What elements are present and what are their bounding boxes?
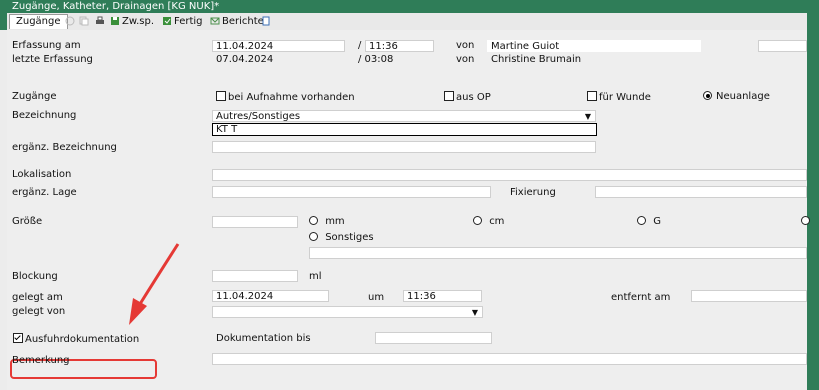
checkbox-ausfuhr-label: Ausfuhrdokumentation	[25, 334, 140, 345]
berichte-button[interactable]: Berichte	[210, 15, 264, 28]
entfernt-am-label: entfernt am	[611, 292, 671, 303]
erg-bezeichnung-label: ergänz. Bezeichnung	[12, 142, 117, 153]
bezeichnung-text-input[interactable]: KT T	[212, 123, 597, 136]
radio-extra-dot	[801, 216, 810, 225]
copy-icon[interactable]	[79, 15, 91, 28]
reports-icon	[210, 17, 220, 25]
letzte-user: Christine Brumain	[491, 54, 582, 65]
extra-field[interactable]	[758, 40, 807, 52]
letzte-von-label: von	[456, 54, 475, 65]
save-icon	[111, 17, 119, 25]
radio-mm-label: mm	[325, 216, 345, 227]
doku-bis-label: Dokumentation bis	[216, 333, 311, 344]
radio-sonstiges-label: Sonstiges	[325, 232, 374, 243]
tab-zugaenge[interactable]: Zugänge	[9, 14, 68, 29]
bezeichnung-label: Bezeichnung	[12, 110, 77, 121]
checkbox-aufnahme-box	[216, 91, 226, 101]
fertig-label: Fertig	[174, 16, 203, 27]
erg-lage-input[interactable]	[212, 186, 491, 198]
radio-sonstiges[interactable]: Sonstiges	[309, 232, 374, 243]
bemerkung-label: Bemerkung	[12, 355, 70, 366]
gelegt-am-label: gelegt am	[12, 292, 63, 303]
checkbox-wunde[interactable]: für Wunde	[587, 91, 651, 103]
groesse-label: Größe	[12, 216, 43, 227]
chevron-down-icon: ▼	[584, 112, 591, 121]
radio-g[interactable]: G	[637, 216, 661, 227]
radio-mm[interactable]: mm	[309, 216, 345, 227]
radio-sonstiges-dot	[309, 232, 318, 241]
bemerkung-input[interactable]	[212, 353, 807, 365]
lokalisation-input[interactable]	[212, 169, 807, 181]
radio-neuanlage-label: Neuanlage	[716, 91, 770, 102]
checkbox-ausfuhr-box	[13, 333, 23, 343]
erfassung-am-label: Erfassung am	[12, 40, 81, 51]
radio-g-label: G	[653, 216, 661, 227]
bezeichnung-select-value: Autres/Sonstiges	[216, 111, 301, 122]
window-title: Zugänge, Katheter, Drainagen [KG NUK]*	[0, 0, 819, 13]
right-accent-bar	[807, 0, 819, 390]
erfassung-user-field[interactable]: Martine Guiot	[487, 40, 701, 52]
sonstiges-input[interactable]	[309, 247, 807, 259]
groesse-input[interactable]	[212, 216, 298, 228]
lokalisation-label: Lokalisation	[12, 169, 72, 180]
checkbox-op-label: aus OP	[456, 92, 491, 103]
doku-bis-input[interactable]	[375, 332, 492, 344]
finish-icon	[163, 17, 171, 25]
letzte-date: 07.04.2024	[216, 54, 274, 65]
radio-cm-label: cm	[489, 216, 505, 227]
print-icon[interactable]	[95, 15, 107, 28]
checkbox-ausfuhr[interactable]: Ausfuhrdokumentation	[13, 333, 139, 345]
entfernt-am-input[interactable]	[691, 290, 807, 302]
document-icon[interactable]	[261, 15, 273, 28]
zugaenge-label: Zugänge	[12, 91, 57, 102]
erfassung-date-input[interactable]: 11.04.2024	[212, 40, 345, 52]
radio-extra[interactable]	[801, 216, 814, 227]
fixierung-label: Fixierung	[510, 187, 556, 198]
gelegt-von-label: gelegt von	[12, 306, 66, 317]
radio-neuanlage-dot	[703, 91, 712, 100]
letzte-time: / 03:08	[358, 54, 394, 65]
checkbox-aufnahme[interactable]: bei Aufnahme vorhanden	[216, 91, 355, 103]
time-separator: /	[358, 40, 362, 51]
toolbar: Zugänge Zw.sp. Fertig Berichte	[7, 13, 807, 31]
checkbox-aufnahme-label: bei Aufnahme vorhanden	[228, 92, 355, 103]
letzte-erfassung-label: letzte Erfassung	[12, 54, 93, 65]
fertig-button[interactable]: Fertig	[162, 15, 203, 28]
blockung-input[interactable]	[212, 270, 298, 282]
fixierung-input[interactable]	[595, 186, 807, 198]
gelegt-am-input[interactable]: 11.04.2024	[212, 290, 329, 302]
chevron-down-icon: ▼	[471, 308, 478, 317]
gelegt-time-input[interactable]: 11:36	[403, 290, 482, 302]
bezeichnung-select[interactable]: Autres/Sonstiges ▼	[212, 110, 596, 122]
checkbox-op-box	[444, 91, 454, 101]
zwsp-button[interactable]: Zw.sp.	[110, 15, 154, 28]
left-accent-strip	[0, 0, 7, 30]
checkbox-wunde-label: für Wunde	[599, 92, 651, 103]
von-label: von	[456, 40, 475, 51]
erfassung-time-input[interactable]: 11:36	[365, 40, 434, 52]
radio-neuanlage[interactable]: Neuanlage	[703, 91, 770, 102]
erg-bezeichnung-input[interactable]	[212, 141, 596, 153]
form-content: Erfassung am 11.04.2024 / 11:36 von Mart…	[7, 30, 810, 390]
radio-g-dot	[637, 216, 646, 225]
checkbox-op[interactable]: aus OP	[444, 91, 491, 103]
history-icon[interactable]	[65, 15, 77, 28]
erg-lage-label: ergänz. Lage	[12, 187, 77, 198]
radio-cm-dot	[473, 216, 482, 225]
um-label: um	[368, 292, 385, 303]
radio-mm-dot	[309, 216, 318, 225]
blockung-unit: ml	[309, 271, 322, 282]
gelegt-von-select[interactable]: ▼	[212, 306, 483, 318]
checkbox-wunde-box	[587, 91, 597, 101]
blockung-label: Blockung	[12, 271, 58, 282]
berichte-label: Berichte	[222, 16, 264, 27]
radio-cm[interactable]: cm	[473, 216, 504, 227]
zwsp-label: Zw.sp.	[122, 16, 155, 27]
